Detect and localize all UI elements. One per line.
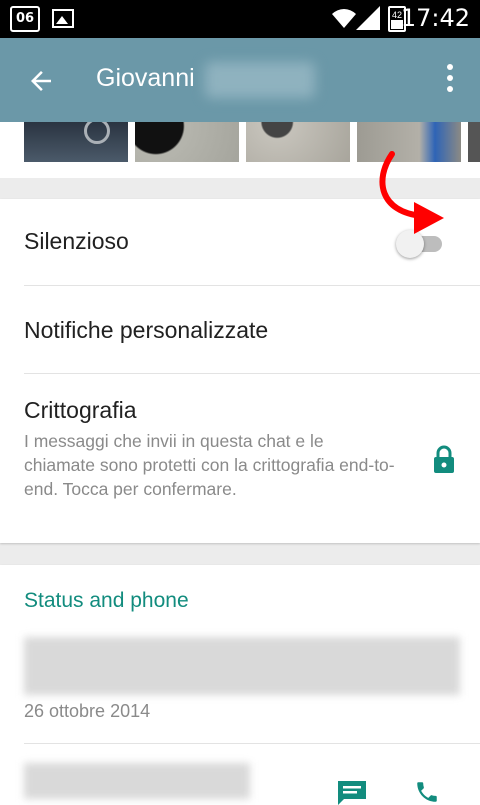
more-vert-icon[interactable] (446, 64, 454, 96)
redacted-phone-number[interactable] (24, 763, 250, 799)
lock-icon[interactable] (432, 445, 456, 473)
signal-icon (356, 6, 380, 30)
encryption-row[interactable]: Crittografia I messaggi che invii in que… (24, 373, 480, 543)
gallery-notification-icon (52, 9, 74, 28)
silent-row[interactable]: Silenzioso (24, 199, 480, 286)
custom-notifications-label: Notifiche personalizzate (24, 317, 269, 343)
silent-toggle[interactable] (396, 230, 446, 258)
redacted-status (24, 637, 460, 695)
custom-notifications-row[interactable]: Notifiche personalizzate (24, 285, 480, 374)
wifi-icon (332, 9, 356, 28)
message-icon[interactable] (336, 779, 368, 805)
media-thumbnail[interactable] (357, 122, 461, 162)
status-bar: 06 42 17:42 (0, 0, 480, 38)
status-date: 26 ottobre 2014 (24, 701, 151, 721)
contact-name: Giovanni (96, 64, 195, 92)
app-bar: Giovanni (0, 38, 480, 122)
arrow-back-icon[interactable] (24, 66, 58, 96)
encryption-description: I messaggi che invii in questa chat e le… (24, 431, 395, 499)
section-title: Status and phone (24, 589, 189, 612)
clock: 17:42 (400, 4, 470, 32)
media-strip (0, 122, 480, 178)
status-and-phone-card: Status and phone 26 ottobre 2014 (0, 565, 480, 805)
media-thumbnail[interactable] (246, 122, 350, 162)
chat-settings-card: Silenzioso Notifiche personalizzate Crit… (0, 199, 480, 543)
call-icon[interactable] (414, 779, 440, 805)
encryption-label: Crittografia (24, 397, 137, 423)
media-thumbnail[interactable] (24, 122, 128, 162)
media-thumbnail[interactable] (135, 122, 239, 162)
divider (24, 743, 480, 744)
calendar-notification-icon: 06 (10, 6, 40, 32)
silent-label: Silenzioso (24, 228, 129, 254)
media-thumbnail[interactable] (468, 122, 480, 162)
redacted-surname (205, 62, 315, 98)
